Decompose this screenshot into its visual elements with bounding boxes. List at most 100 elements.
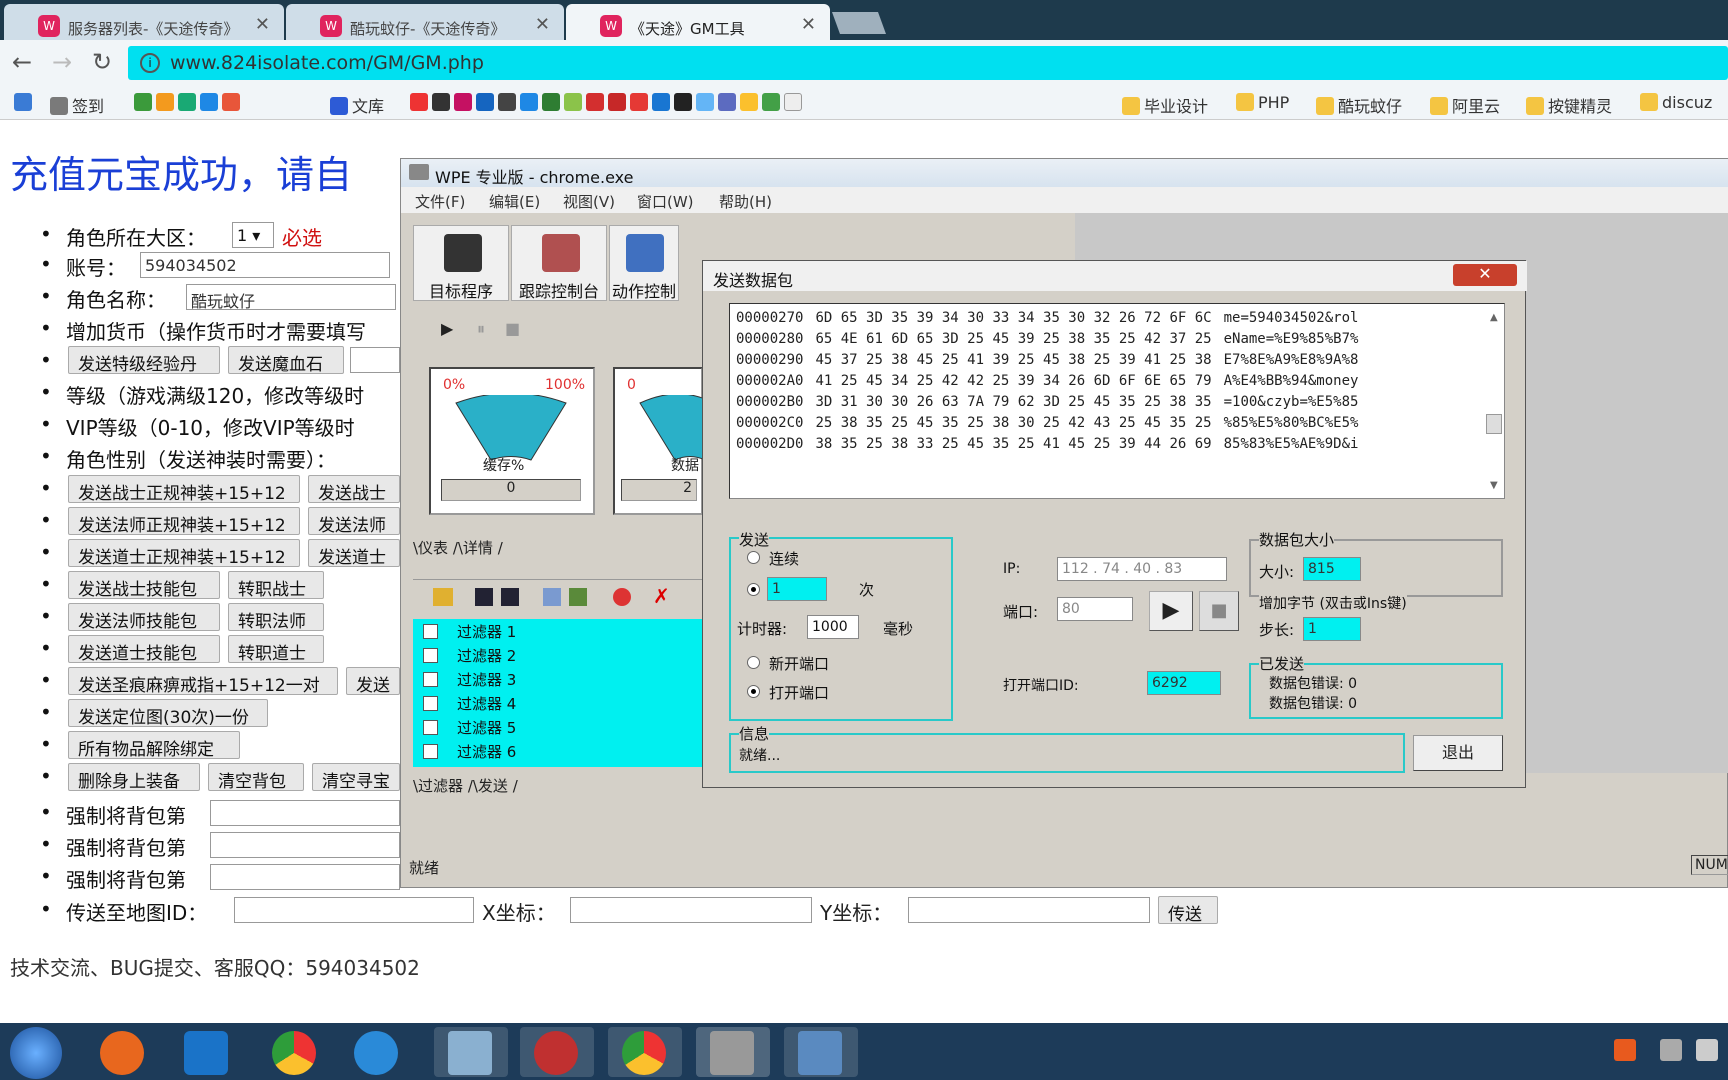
trace-console-button[interactable]: 跟踪控制台 <box>511 225 607 301</box>
taskbar-k[interactable] <box>340 1027 414 1077</box>
y-coord-input[interactable] <box>908 897 1150 923</box>
send-warrior-button[interactable]: 发送战士 <box>308 475 400 503</box>
tab-filter-send[interactable]: \过滤器 /\发送 / <box>413 775 518 796</box>
step-input[interactable]: 1 <box>1303 617 1361 641</box>
open-folder-icon[interactable] <box>433 588 453 606</box>
reload-icon[interactable]: ↻ <box>92 48 112 76</box>
send-stop-button[interactable]: ■ <box>1199 591 1239 631</box>
close-icon[interactable]: ✕ <box>255 14 270 35</box>
send-mage-gear-button[interactable]: 发送法师正规神装+15+12 <box>68 507 300 535</box>
filter-row[interactable]: 过滤器 4 <box>413 691 713 715</box>
tab-gm-tool[interactable]: W 《天途》GM工具 ✕ <box>566 4 830 40</box>
hex-row[interactable]: 00000290 45 37 25 38 45 25 41 39 25 45 38… <box>736 352 1358 368</box>
save-icon[interactable] <box>475 588 493 606</box>
taskbar-firefox[interactable] <box>86 1027 160 1077</box>
bookmark-wenku[interactable]: 文库 <box>330 93 384 117</box>
force-bag-input[interactable] <box>210 864 400 890</box>
bookmark-php[interactable]: PHP <box>1236 93 1289 112</box>
taskbar-app[interactable] <box>170 1027 244 1077</box>
send-ring-button[interactable]: 发送圣痕麻痹戒指+15+12一对 <box>68 667 338 695</box>
hex-row[interactable]: 00000280 65 4E 61 6D 65 3D 25 45 39 25 38… <box>736 331 1358 347</box>
region-select[interactable]: 1 ▾ <box>232 222 274 248</box>
taskbar-editor[interactable] <box>434 1027 508 1077</box>
new-tab-button[interactable] <box>831 12 887 34</box>
send-stone-button[interactable]: 发送魔血石 <box>228 346 344 374</box>
menu-view[interactable]: 视图(V) <box>563 191 615 212</box>
ip-input[interactable]: 112 . 74 . 40 . 83 <box>1057 557 1227 581</box>
send-locator-button[interactable]: 发送定位图(30次)一份 <box>68 699 268 727</box>
checkbox[interactable] <box>423 624 438 639</box>
scroll-down-icon[interactable]: ▼ <box>1490 480 1498 491</box>
force-bag-input[interactable] <box>210 800 400 826</box>
send-play-button[interactable]: ▶ <box>1149 591 1193 631</box>
role-name-input[interactable]: 酷玩蚊仔 <box>186 284 396 310</box>
save-as-icon[interactable] <box>501 588 519 606</box>
checkbox[interactable] <box>423 696 438 711</box>
force-bag-input[interactable] <box>210 832 400 858</box>
delete-icon[interactable]: ✗ <box>653 584 670 608</box>
checkbox[interactable] <box>423 672 438 687</box>
send-mage-button[interactable]: 发送法师 <box>308 507 400 535</box>
scroll-up-icon[interactable]: ▲ <box>1490 312 1498 323</box>
bookmark-signin[interactable]: 签到 <box>50 93 104 117</box>
filter-row[interactable]: 过滤器 2 <box>413 643 713 667</box>
send-more-button[interactable]: 发送 <box>346 667 400 695</box>
action-control-button[interactable]: 动作控制 <box>609 225 679 301</box>
checkbox[interactable] <box>423 744 438 759</box>
menu-window[interactable]: 窗口(W) <box>637 191 694 212</box>
exit-button[interactable]: 退出 <box>1413 735 1503 771</box>
filter-row[interactable]: 过滤器 5 <box>413 715 713 739</box>
tab-server-list[interactable]: W 服务器列表-《天途传奇》 ✕ <box>4 4 284 40</box>
hex-row[interactable]: 000002C0 25 38 35 25 45 35 25 38 30 25 42… <box>736 415 1358 431</box>
transfer-warrior-button[interactable]: 转职战士 <box>228 571 324 599</box>
forward-icon[interactable]: → <box>52 48 72 76</box>
pause-icon[interactable]: ⏸ <box>477 319 485 339</box>
send-mage-skills-button[interactable]: 发送法师技能包 <box>68 603 220 631</box>
account-input[interactable]: 594034502 <box>140 252 390 278</box>
bookmark-discuz[interactable]: discuz <box>1640 93 1712 112</box>
ime-icon[interactable] <box>1614 1039 1636 1061</box>
menu-file[interactable]: 文件(F) <box>415 191 465 212</box>
checkbox[interactable] <box>423 720 438 735</box>
times-input[interactable]: 1 <box>767 577 827 601</box>
info-icon[interactable]: i <box>140 53 160 73</box>
tray-icon[interactable] <box>1696 1039 1718 1061</box>
send-exp-button[interactable]: 发送特级经验丹 <box>68 346 220 374</box>
bookmark-player[interactable]: 酷玩蚊仔 <box>1316 93 1402 117</box>
open-port-radio[interactable] <box>747 685 760 698</box>
unbind-items-button[interactable]: 所有物品解除绑定 <box>68 731 240 759</box>
send-warrior-skills-button[interactable]: 发送战士技能包 <box>68 571 220 599</box>
new-port-radio[interactable] <box>747 656 760 669</box>
x-coord-input[interactable] <box>570 897 812 923</box>
hex-row[interactable]: 000002D0 38 35 25 38 33 25 45 35 25 41 45… <box>736 436 1358 452</box>
hex-row[interactable]: 00000270 6D 65 3D 35 39 34 30 33 34 35 30… <box>736 310 1358 326</box>
hex-view[interactable]: 00000270 6D 65 3D 35 39 34 30 33 34 35 30… <box>729 303 1505 499</box>
times-radio[interactable] <box>747 583 760 596</box>
open-port-id-input[interactable]: 6292 <box>1147 671 1221 695</box>
taskbar-chrome-2[interactable] <box>608 1027 682 1077</box>
back-icon[interactable]: ← <box>12 48 32 76</box>
size-input[interactable]: 815 <box>1303 557 1361 581</box>
port-input[interactable]: 80 <box>1057 597 1133 621</box>
clear-treasure-button[interactable]: 清空寻宝 <box>312 763 400 791</box>
play-icon[interactable]: ▶ <box>441 319 453 338</box>
taskbar-chrome[interactable] <box>258 1027 332 1077</box>
start-button[interactable] <box>10 1027 62 1079</box>
hex-row[interactable]: 000002B0 3D 31 30 30 26 63 7A 79 62 3D 25… <box>736 394 1358 410</box>
transfer-taoist-button[interactable]: 转职道士 <box>228 635 324 663</box>
filter-row[interactable]: 过滤器 3 <box>413 667 713 691</box>
edit-icon[interactable] <box>569 588 587 606</box>
send-taoist-button[interactable]: 发送道士 <box>308 539 400 567</box>
menu-edit[interactable]: 编辑(E) <box>489 191 540 212</box>
tray-icon[interactable] <box>1660 1039 1682 1061</box>
send-taoist-skills-button[interactable]: 发送道士技能包 <box>68 635 220 663</box>
timer-input[interactable]: 1000 <box>807 615 859 639</box>
scrollbar-thumb[interactable] <box>1486 414 1502 434</box>
taskbar-network[interactable] <box>784 1027 858 1077</box>
send-taoist-gear-button[interactable]: 发送道士正规神装+15+12 <box>68 539 300 567</box>
close-icon[interactable]: ✕ <box>535 14 550 35</box>
target-program-button[interactable]: 目标程序 <box>413 225 509 301</box>
menu-help[interactable]: 帮助(H) <box>719 191 772 212</box>
remove-equipment-button[interactable]: 删除身上装备 <box>68 763 200 791</box>
hex-row[interactable]: 000002A0 41 25 45 34 25 42 42 25 39 34 26… <box>736 373 1358 389</box>
